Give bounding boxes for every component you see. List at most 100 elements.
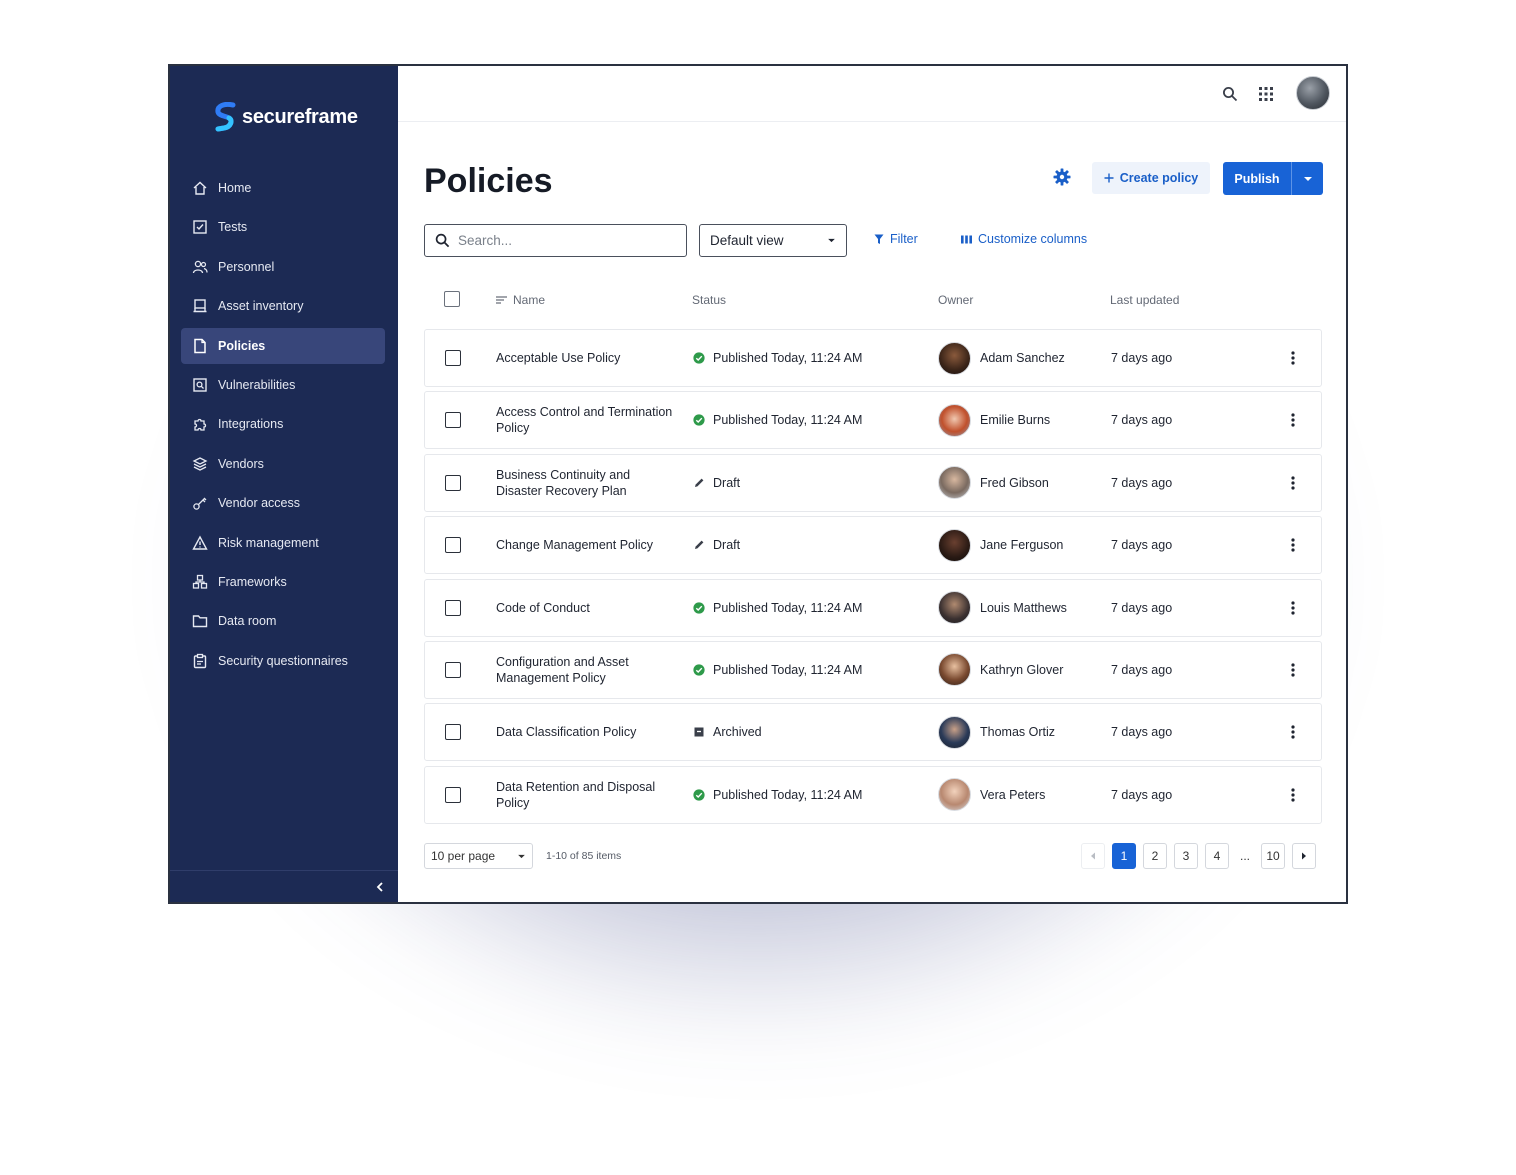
owner-cell: Vera Peters xyxy=(938,767,1045,823)
customize-columns-button[interactable]: Customize columns xyxy=(961,232,1087,246)
brand-name: secureframe xyxy=(242,105,358,128)
filter-button[interactable]: Filter xyxy=(874,232,918,246)
previous-page-button[interactable] xyxy=(1081,843,1105,869)
next-page-button[interactable] xyxy=(1292,843,1316,869)
page-button[interactable]: 4 xyxy=(1205,843,1229,869)
table-row[interactable]: Business Continuity and Disaster Recover… xyxy=(424,453,1322,512)
sidebar-item-asset-inventory[interactable]: Asset inventory xyxy=(181,288,385,324)
more-vertical-icon xyxy=(1291,413,1295,427)
status-text: Published Today, 11:24 AM xyxy=(713,413,863,428)
owner-name: Jane Ferguson xyxy=(980,538,1064,553)
table-row[interactable]: Data Classification Policy Archived Thomas… xyxy=(424,703,1322,762)
row-checkbox[interactable] xyxy=(445,350,461,366)
sidebar-item-label: Personnel xyxy=(218,259,275,274)
user-avatar[interactable] xyxy=(1296,76,1330,110)
sidebar-item-vendors[interactable]: Vendors xyxy=(181,446,385,482)
sidebar-item-integrations[interactable]: Integrations xyxy=(181,406,385,442)
publish-button[interactable]: Publish xyxy=(1223,162,1291,195)
row-checkbox[interactable] xyxy=(445,661,461,678)
sidebar-item-risk-management[interactable]: Risk management xyxy=(181,525,385,561)
column-header-owner[interactable]: Owner xyxy=(938,293,973,307)
collapse-sidebar-button[interactable] xyxy=(372,879,388,895)
global-search-button[interactable] xyxy=(1220,84,1240,104)
owner-avatar xyxy=(938,653,971,687)
sidebar-item-home[interactable]: Home xyxy=(181,170,385,206)
row-menu-button[interactable] xyxy=(1283,392,1303,448)
policy-settings-button[interactable] xyxy=(1052,167,1072,187)
policy-name[interactable]: Configuration and Asset Management Polic… xyxy=(496,642,676,698)
last-updated: 7 days ago xyxy=(1111,475,1173,490)
brand-logo[interactable]: secureframe xyxy=(214,102,358,132)
owner-name: Kathryn Glover xyxy=(980,662,1064,677)
table-row[interactable]: Change Management Policy Draft Jane Fergus… xyxy=(424,516,1322,575)
owner-cell: Kathryn Glover xyxy=(938,642,1063,698)
sidebar-item-personnel[interactable]: Personnel xyxy=(181,249,385,285)
row-menu-button[interactable] xyxy=(1283,767,1303,823)
row-menu-button[interactable] xyxy=(1283,330,1303,386)
last-updated: 7 days ago xyxy=(1111,787,1173,802)
publish-options-button[interactable] xyxy=(1291,162,1323,195)
create-policy-button[interactable]: Create policy xyxy=(1092,162,1210,194)
table-row[interactable]: Access Control and Termination Policy Pub… xyxy=(424,391,1322,450)
sidebar-item-vulnerabilities[interactable]: Vulnerabilities xyxy=(181,367,385,403)
table-row[interactable]: Code of Conduct Published Today, 11:24 AM… xyxy=(424,578,1322,637)
owner-cell: Jane Ferguson xyxy=(938,517,1063,573)
sidebar-item-security-questionnaires[interactable]: Security questionnaires xyxy=(181,643,385,679)
sidebar-item-label: Integrations xyxy=(218,417,284,432)
page-button[interactable]: 3 xyxy=(1174,843,1198,869)
sidebar-item-tests[interactable]: Tests xyxy=(181,209,385,245)
row-menu-button[interactable] xyxy=(1283,455,1303,511)
app-launcher-button[interactable] xyxy=(1256,84,1276,104)
row-checkbox[interactable] xyxy=(445,599,461,616)
last-updated: 7 days ago xyxy=(1111,351,1173,365)
policy-name[interactable]: Change Management Policy xyxy=(496,517,676,573)
table-row[interactable]: Data Retention and Disposal Policy Publis… xyxy=(424,765,1322,824)
column-header-last-updated[interactable]: Last updated xyxy=(1110,293,1179,307)
policy-name[interactable]: Data Retention and Disposal Policy xyxy=(496,767,676,823)
check-circle-icon xyxy=(693,414,705,426)
policy-name[interactable]: Acceptable Use Policy xyxy=(496,330,676,386)
puzzle-icon xyxy=(192,416,208,432)
row-checkbox[interactable] xyxy=(445,724,461,741)
sidebar-item-label: Risk management xyxy=(218,535,319,550)
row-checkbox[interactable] xyxy=(445,786,461,803)
owner-name: Louis Matthews xyxy=(980,600,1067,615)
search-input[interactable] xyxy=(458,233,658,248)
column-header-status[interactable]: Status xyxy=(692,293,726,307)
row-menu-button[interactable] xyxy=(1283,517,1303,573)
row-checkbox[interactable] xyxy=(445,537,461,554)
owner-avatar xyxy=(938,341,971,375)
policy-name[interactable]: Data Classification Policy xyxy=(496,704,676,760)
select-all-checkbox[interactable] xyxy=(444,291,460,307)
status-text: Archived xyxy=(713,725,762,740)
page-button[interactable]: 10 xyxy=(1261,843,1285,869)
create-policy-label: Create policy xyxy=(1119,171,1199,185)
page-button[interactable]: 1 xyxy=(1112,843,1136,869)
column-header-name[interactable]: Name xyxy=(496,293,545,307)
sidebar-item-vendor-access[interactable]: Vendor access xyxy=(181,485,385,521)
policy-name[interactable]: Access Control and Termination Policy xyxy=(496,392,676,448)
policy-name[interactable]: Business Continuity and Disaster Recover… xyxy=(496,455,676,511)
page-button[interactable]: 2 xyxy=(1143,843,1167,869)
sidebar-item-policies[interactable]: Policies xyxy=(181,327,385,364)
row-menu-button[interactable] xyxy=(1283,642,1303,698)
view-select[interactable]: Default view xyxy=(699,224,847,257)
row-menu-button[interactable] xyxy=(1283,704,1303,760)
policy-name[interactable]: Code of Conduct xyxy=(496,580,676,636)
sidebar-item-frameworks[interactable]: Frameworks xyxy=(181,564,385,600)
per-page-select[interactable]: 10 per page xyxy=(424,843,533,869)
sidebar-item-data-room[interactable]: Data room xyxy=(181,603,385,639)
row-checkbox[interactable] xyxy=(445,412,461,429)
scan-icon xyxy=(192,377,208,393)
owner-avatar xyxy=(938,403,971,437)
checkbox-icon xyxy=(192,219,208,235)
sidebar-item-label: Data room xyxy=(218,614,277,629)
row-checkbox[interactable] xyxy=(445,474,461,491)
row-menu-button[interactable] xyxy=(1283,580,1303,636)
table-row[interactable]: Configuration and Asset Management Polic… xyxy=(424,640,1322,699)
publish-split-button: Publish xyxy=(1223,162,1323,195)
status-text: Published Today, 11:24 AM xyxy=(713,662,863,677)
status-cell: Published Today, 11:24 AM xyxy=(693,642,862,698)
main-content: Policies Create policy Publish Search...… xyxy=(398,66,1346,902)
table-row[interactable]: Acceptable Use Policy Published Today, 11… xyxy=(424,329,1322,387)
